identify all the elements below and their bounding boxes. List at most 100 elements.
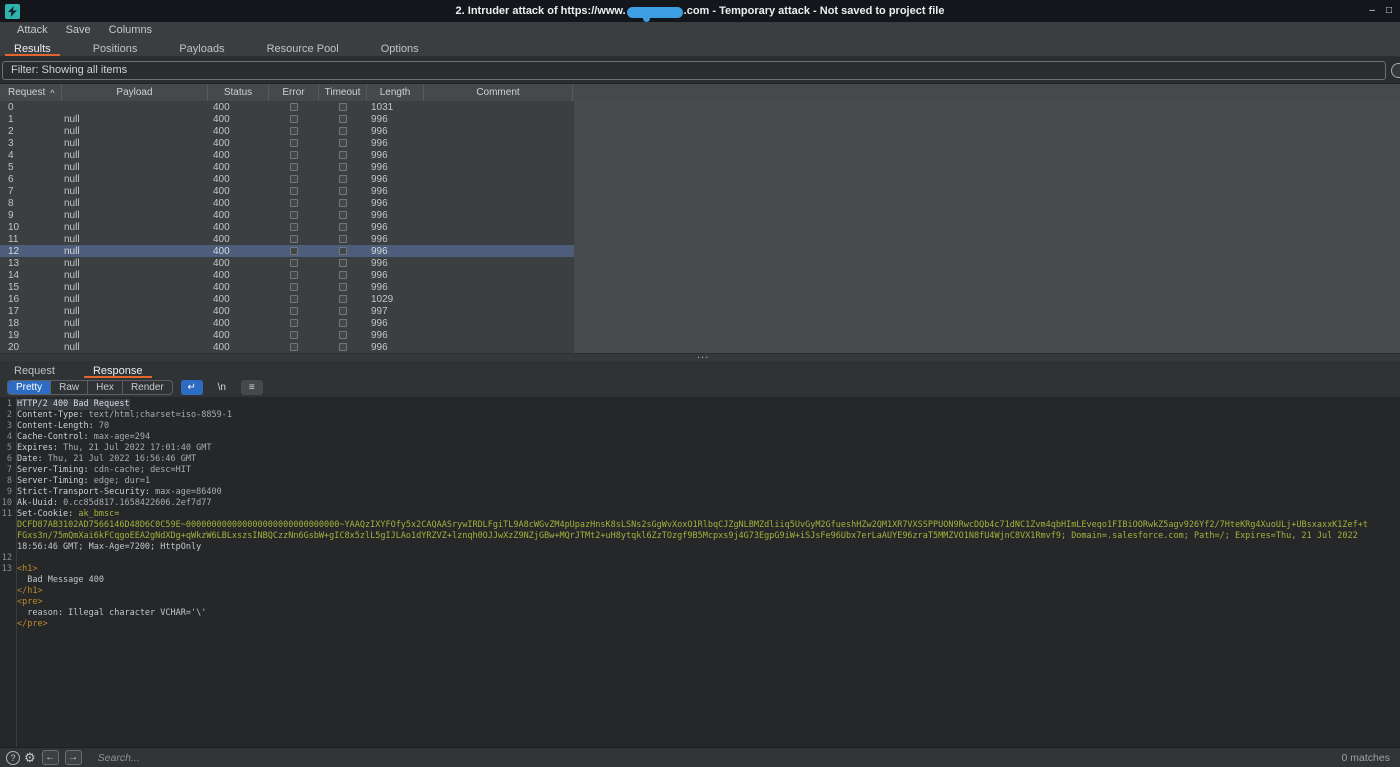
table-row[interactable]: 3 null 400 996 [0, 137, 574, 149]
timeout-checkbox[interactable] [339, 259, 347, 267]
tab-request[interactable]: Request [2, 361, 67, 378]
error-checkbox[interactable] [290, 343, 298, 351]
timeout-checkbox[interactable] [339, 163, 347, 171]
splitter-handle[interactable]: ... [0, 353, 1400, 361]
minimize-button[interactable]: – [1369, 6, 1375, 16]
error-checkbox[interactable] [290, 211, 298, 219]
table-row[interactable]: 15 null 400 996 [0, 281, 574, 293]
error-checkbox[interactable] [290, 175, 298, 183]
error-checkbox[interactable] [290, 283, 298, 291]
table-row[interactable]: 9 null 400 996 [0, 209, 574, 221]
column-header-timeout[interactable]: Timeout [319, 84, 367, 101]
timeout-checkbox[interactable] [339, 331, 347, 339]
search-input[interactable] [98, 750, 1328, 766]
timeout-checkbox[interactable] [339, 319, 347, 327]
timeout-checkbox[interactable] [339, 247, 347, 255]
tab-options[interactable]: Options [369, 38, 431, 56]
table-row[interactable]: 17 null 400 997 [0, 305, 574, 317]
timeout-checkbox[interactable] [339, 235, 347, 243]
error-checkbox[interactable] [290, 139, 298, 147]
timeout-checkbox[interactable] [339, 115, 347, 123]
comment-cell [424, 341, 573, 353]
settings-gear-icon[interactable]: ⚙ [24, 751, 36, 765]
error-checkbox[interactable] [290, 103, 298, 111]
table-row[interactable]: 2 null 400 996 [0, 125, 574, 137]
view-mode-render[interactable]: Render [123, 381, 172, 394]
menu-save[interactable]: Save [57, 24, 100, 36]
table-row[interactable]: 1 null 400 996 [0, 113, 574, 125]
column-header-request[interactable]: Request ^ [0, 84, 62, 101]
menu-attack[interactable]: Attack [8, 24, 57, 36]
editor-menu-button[interactable]: ≡ [241, 380, 263, 395]
error-checkbox[interactable] [290, 331, 298, 339]
column-header-length[interactable]: Length [367, 84, 424, 101]
help-icon[interactable]: ? [6, 751, 20, 765]
filter-bar[interactable]: Filter: Showing all items [2, 61, 1386, 80]
error-checkbox[interactable] [290, 307, 298, 315]
timeout-checkbox[interactable] [339, 343, 347, 351]
error-checkbox[interactable] [290, 247, 298, 255]
tab-results[interactable]: Results [2, 38, 63, 56]
error-checkbox[interactable] [290, 199, 298, 207]
timeout-checkbox[interactable] [339, 139, 347, 147]
newline-toggle-button[interactable]: \n [211, 380, 233, 395]
column-header-comment[interactable]: Comment [424, 84, 573, 101]
previous-match-button[interactable]: ← [42, 750, 59, 765]
table-row[interactable]: 12 null 400 996 [0, 245, 574, 257]
tab-positions[interactable]: Positions [81, 38, 150, 56]
table-row[interactable]: 13 null 400 996 [0, 257, 574, 269]
error-checkbox[interactable] [290, 259, 298, 267]
timeout-checkbox[interactable] [339, 283, 347, 291]
column-header-payload[interactable]: Payload [62, 84, 208, 101]
next-match-button[interactable]: → [65, 750, 82, 765]
table-row[interactable]: 19 null 400 996 [0, 329, 574, 341]
timeout-checkbox[interactable] [339, 175, 347, 183]
table-row[interactable]: 5 null 400 996 [0, 161, 574, 173]
wrap-text-button[interactable]: ↵ [181, 380, 203, 395]
tab-resource-pool[interactable]: Resource Pool [255, 38, 351, 56]
view-mode-pretty[interactable]: Pretty [8, 381, 51, 394]
table-row[interactable]: 20 null 400 996 [0, 341, 574, 353]
error-checkbox[interactable] [290, 223, 298, 231]
timeout-checkbox[interactable] [339, 103, 347, 111]
table-row[interactable]: 0 400 1031 [0, 101, 574, 113]
filter-settings-icon[interactable] [1391, 63, 1400, 78]
menu-columns[interactable]: Columns [100, 24, 161, 36]
error-checkbox[interactable] [290, 115, 298, 123]
timeout-checkbox[interactable] [339, 151, 347, 159]
table-row[interactable]: 18 null 400 996 [0, 317, 574, 329]
column-header-status[interactable]: Status [208, 84, 269, 101]
error-checkbox[interactable] [290, 295, 298, 303]
timeout-checkbox[interactable] [339, 127, 347, 135]
timeout-checkbox[interactable] [339, 187, 347, 195]
maximize-button[interactable]: □ [1386, 6, 1392, 16]
error-checkbox[interactable] [290, 319, 298, 327]
view-mode-raw[interactable]: Raw [51, 381, 88, 394]
error-checkbox[interactable] [290, 271, 298, 279]
table-row[interactable]: 8 null 400 996 [0, 197, 574, 209]
error-checkbox[interactable] [290, 235, 298, 243]
table-row[interactable]: 10 null 400 996 [0, 221, 574, 233]
table-row[interactable]: 11 null 400 996 [0, 233, 574, 245]
error-checkbox[interactable] [290, 163, 298, 171]
table-row[interactable]: 14 null 400 996 [0, 269, 574, 281]
table-row[interactable]: 6 null 400 996 [0, 173, 574, 185]
response-editor[interactable]: 1 HTTP/2 400 Bad Request 2 Content-Type:… [0, 397, 1400, 747]
table-row[interactable]: 7 null 400 996 [0, 185, 574, 197]
tab-response[interactable]: Response [81, 361, 155, 378]
tab-payloads[interactable]: Payloads [167, 38, 236, 56]
column-header-error[interactable]: Error [269, 84, 319, 101]
timeout-checkbox[interactable] [339, 295, 347, 303]
timeout-checkbox[interactable] [339, 271, 347, 279]
timeout-checkbox[interactable] [339, 307, 347, 315]
error-checkbox[interactable] [290, 151, 298, 159]
error-checkbox[interactable] [290, 187, 298, 195]
table-row[interactable]: 4 null 400 996 [0, 149, 574, 161]
timeout-checkbox[interactable] [339, 199, 347, 207]
table-row[interactable]: 16 null 400 1029 [0, 293, 574, 305]
view-mode-hex[interactable]: Hex [88, 381, 123, 394]
redaction-blob [627, 7, 683, 18]
error-checkbox[interactable] [290, 127, 298, 135]
timeout-checkbox[interactable] [339, 223, 347, 231]
timeout-checkbox[interactable] [339, 211, 347, 219]
